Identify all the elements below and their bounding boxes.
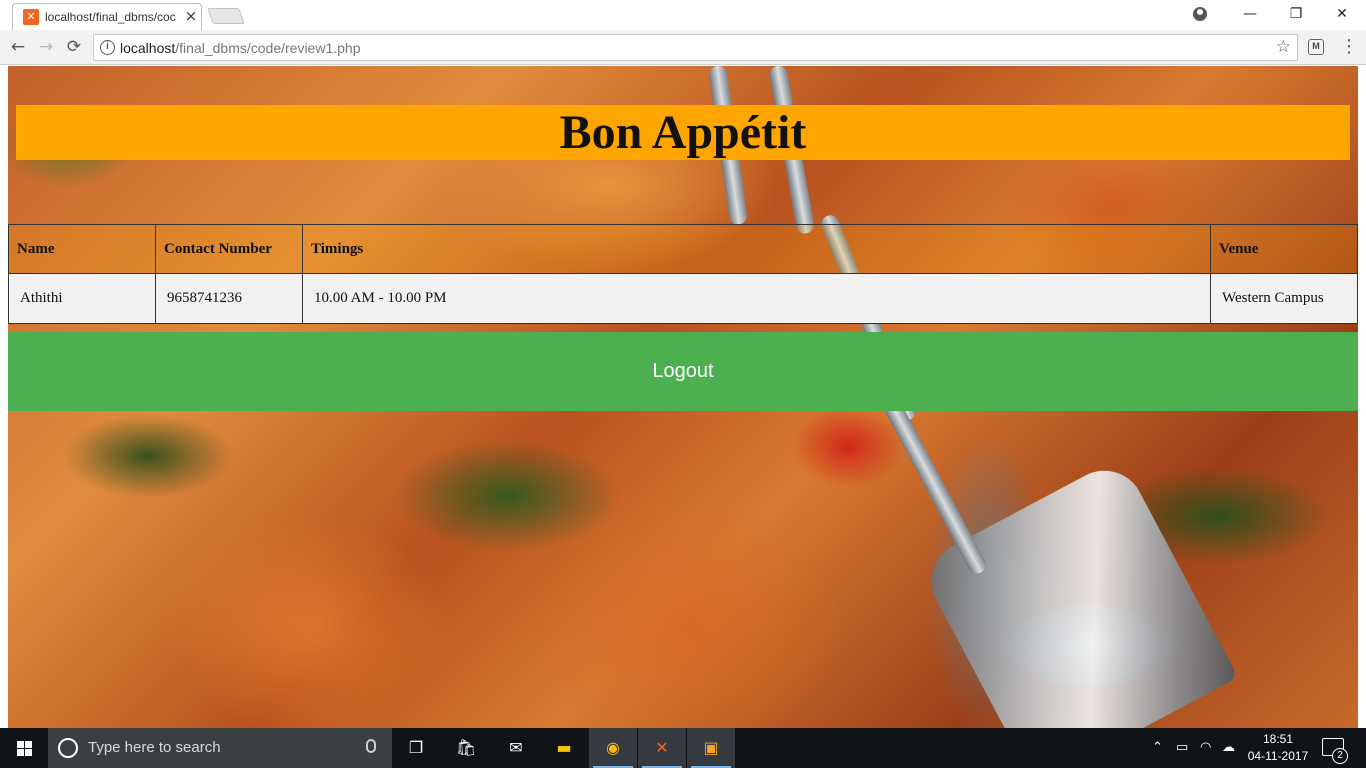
profile-icon[interactable] (1193, 7, 1207, 21)
extension-icon[interactable]: M (1308, 39, 1324, 55)
browser-toolbar: ← → ⟳ i localhost/final_dbms/code/review… (0, 30, 1366, 65)
url-host: localhost (120, 40, 176, 56)
back-arrow-icon[interactable]: ← (7, 36, 29, 58)
wifi-icon[interactable]: ◠ (1200, 740, 1211, 755)
tab-title: localhost/final_dbms/coc (45, 10, 176, 24)
venue-info-table: Name Contact Number Timings Venue Athith… (8, 224, 1358, 324)
column-header-name: Name (8, 224, 156, 274)
table-header-row: Name Contact Number Timings Venue (8, 224, 1358, 274)
clock-date: 04-11-2017 (1247, 749, 1309, 763)
mail-icon[interactable]: ✉ (492, 728, 540, 768)
address-bar[interactable]: i localhost/final_dbms/code/review1.php … (93, 34, 1298, 61)
forward-arrow-icon[interactable]: → (35, 36, 57, 58)
page-viewport: Bon Appétit Name Contact Number Timings … (0, 66, 1366, 728)
cell-venue: Western Campus (1210, 273, 1358, 324)
bookmark-star-icon[interactable]: ☆ (1276, 37, 1291, 57)
store-icon[interactable]: 🛍 (442, 728, 490, 768)
reload-icon[interactable]: ⟳ (63, 36, 85, 58)
page-title: Bon Appétit (559, 106, 807, 159)
chrome-icon[interactable]: ◉ (589, 728, 637, 768)
window-close-button[interactable]: ✕ (1319, 0, 1365, 30)
column-header-venue: Venue (1210, 224, 1358, 274)
url-path: /final_dbms/code/review1.php (175, 40, 361, 56)
microphone-icon[interactable] (366, 739, 376, 753)
fork-tine (879, 391, 989, 577)
cell-timings: 10.00 AM - 10.00 PM (302, 273, 1211, 324)
battery-icon[interactable]: ▭ (1176, 740, 1188, 755)
browser-tab[interactable]: ✕ localhost/final_dbms/coc × (12, 3, 202, 30)
windows-taskbar: Type here to search ❐ 🛍 ✉ ▬ ◉ ✕ ▣ ⌃ ▭ ◠ … (0, 728, 1366, 768)
notification-count-badge: 2 (1332, 748, 1348, 764)
column-header-timings: Timings (302, 224, 1211, 274)
xampp-favicon-icon: ✕ (23, 9, 39, 25)
start-icon[interactable] (0, 728, 48, 768)
app-icon[interactable]: ▣ (687, 728, 735, 768)
header-banner: Bon Appétit (16, 105, 1350, 160)
taskbar-clock[interactable]: 18:51 04-11-2017 (1246, 731, 1310, 765)
minimize-button[interactable]: — (1227, 0, 1273, 30)
maximize-button[interactable]: ❐ (1273, 0, 1319, 30)
cortana-icon[interactable] (58, 738, 78, 758)
show-hidden-icons-icon[interactable]: ⌃ (1152, 740, 1163, 755)
table-row: Athithi 9658741236 10.00 AM - 10.00 PM W… (8, 273, 1358, 324)
search-placeholder: Type here to search (88, 739, 221, 756)
cell-contact-number: 9658741236 (155, 273, 303, 324)
onedrive-icon[interactable]: ☁ (1222, 740, 1235, 755)
tab-close-icon[interactable]: × (184, 7, 198, 25)
xampp-icon[interactable]: ✕ (638, 728, 686, 768)
new-tab-button[interactable] (207, 8, 245, 24)
file-explorer-icon[interactable]: ▬ (540, 728, 588, 768)
cell-name: Athithi (8, 273, 156, 324)
browser-tab-strip: ✕ localhost/final_dbms/coc × — ❐ ✕ (0, 0, 1366, 30)
column-header-contact: Contact Number (155, 224, 303, 274)
url-text: localhost/final_dbms/code/review1.php (120, 40, 361, 56)
clock-time: 18:51 (1262, 732, 1294, 746)
site-info-icon[interactable]: i (100, 40, 115, 55)
browser-menu-icon[interactable]: ⋮ (1340, 36, 1358, 58)
taskbar-search-box[interactable]: Type here to search (48, 728, 392, 768)
task-view-icon[interactable]: ❐ (392, 728, 440, 768)
fork-shape (917, 456, 1239, 728)
logout-button[interactable]: Logout (8, 332, 1358, 411)
